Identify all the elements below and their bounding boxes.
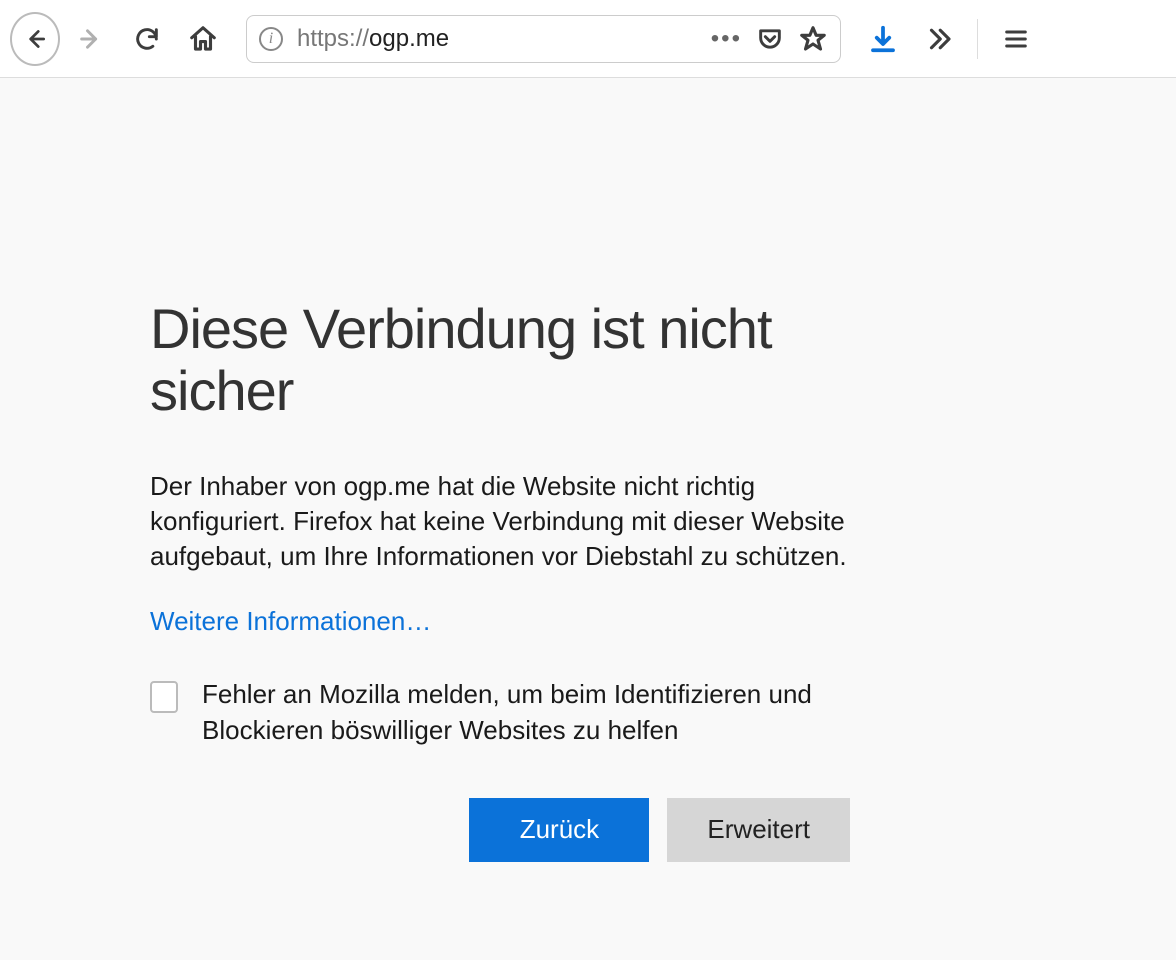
overflow-button[interactable] [915, 15, 963, 63]
error-description: Der Inhaber von ogp.me hat die Website n… [150, 469, 850, 574]
arrow-left-icon [22, 26, 48, 52]
chevron-double-right-icon [924, 24, 954, 54]
back-button[interactable] [10, 14, 60, 64]
forward-button[interactable] [66, 14, 116, 64]
button-row: Zurück Erweitert [150, 798, 850, 862]
bookmark-star-icon[interactable] [798, 24, 828, 54]
page-actions-icon[interactable]: ••• [711, 27, 742, 51]
home-button[interactable] [178, 14, 228, 64]
downloads-button[interactable] [859, 15, 907, 63]
url-bar[interactable]: i https://ogp.me ••• [246, 15, 841, 63]
pocket-icon[interactable] [756, 25, 784, 53]
arrow-right-icon [77, 25, 105, 53]
reload-icon [133, 25, 161, 53]
download-icon [868, 24, 898, 54]
error-page: Diese Verbindung ist nicht sicher Der In… [0, 78, 1000, 862]
advanced-button[interactable]: Erweitert [667, 798, 850, 862]
browser-toolbar: i https://ogp.me ••• [0, 0, 1176, 78]
toolbar-divider [977, 19, 978, 59]
report-error-label: Fehler an Mozilla melden, um beim Identi… [202, 677, 850, 747]
report-error-row: Fehler an Mozilla melden, um beim Identi… [150, 677, 850, 747]
home-icon [188, 24, 218, 54]
back-button[interactable]: Zurück [469, 798, 649, 862]
info-icon[interactable]: i [259, 27, 283, 51]
report-error-checkbox[interactable] [150, 681, 178, 713]
reload-button[interactable] [122, 14, 172, 64]
menu-button[interactable] [992, 15, 1040, 63]
hamburger-icon [1002, 25, 1030, 53]
error-title: Diese Verbindung ist nicht sicher [150, 298, 850, 421]
more-info-link[interactable]: Weitere Informationen… [150, 606, 431, 637]
url-text: https://ogp.me [297, 25, 711, 53]
